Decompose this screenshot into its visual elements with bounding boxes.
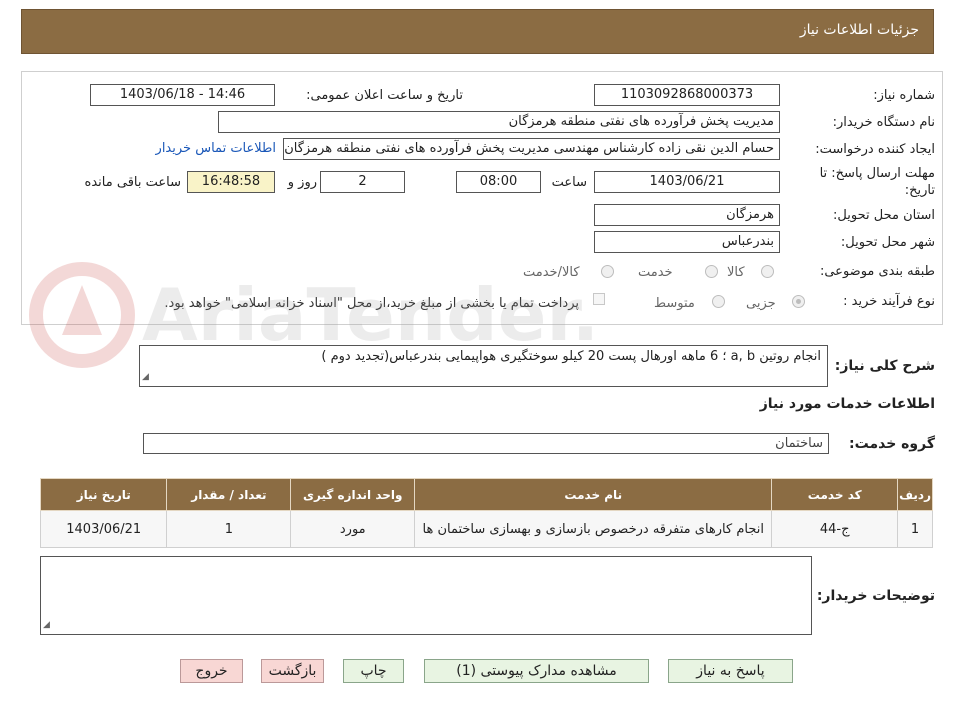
summary-label: شرح کلی نیاز: [834,358,935,374]
back-button[interactable]: بازگشت [261,659,324,683]
cell-date: 1403/06/21 [39,510,168,548]
remaining-time-field: 16:48:58 [187,171,275,193]
category-option-service: خدمت [638,265,673,280]
attachments-button[interactable]: مشاهده مدارک پیوستی (1) [424,659,649,683]
treasury-payment-checkbox[interactable] [593,293,605,305]
summary-text: انجام روتین a, b ؛ 6 ماهه اورهال پست 20 … [321,349,821,364]
col-row: ردیف [897,478,933,511]
col-unit: واحد اندازه گیری [290,478,416,511]
deadline-time-field: 08:00 [456,171,541,193]
city-label: شهر محل تحویل: [840,235,935,250]
category-radio-goods-service[interactable] [601,265,614,278]
services-table: ردیف کد خدمت نام خدمت واحد اندازه گیری ت… [39,478,933,548]
need-number-field: 1103092868000373 [594,84,780,106]
announce-datetime-field: 1403/06/18 - 14:46 [90,84,275,106]
category-option-goods: کالا [727,265,745,280]
table-row: 1 ج-44 انجام کارهای متفرقه درخصوص بازساز… [39,510,933,548]
buyer-org-label: نام دستگاه خریدار: [832,115,935,130]
days-label: روز و [287,175,317,190]
reply-button[interactable]: پاسخ به نیاز [668,659,793,683]
city-field: بندرعباس [594,231,780,253]
treasury-payment-note: پرداخت تمام یا بخشی از مبلغ خرید،از محل … [164,296,579,311]
cell-name: انجام کارهای متفرقه درخصوص بازسازی و بهس… [414,510,773,548]
cell-code: ج-44 [771,510,899,548]
remaining-label: ساعت باقی مانده [84,175,181,190]
page-header: جزئیات اطلاعات نیاز [21,9,934,54]
cell-qty: 1 [166,510,292,548]
process-option-medium: متوسط [654,296,695,311]
province-field: هرمزگان [594,204,780,226]
category-radio-service[interactable] [705,265,718,278]
buyer-notes-label: توضیحات خریدار: [816,588,935,604]
deadline-date-field: 1403/06/21 [594,171,780,193]
remaining-days-field: 2 [320,171,405,193]
resize-grip-icon[interactable]: ◢ [43,617,50,633]
services-section-title: اطلاعات خدمات مورد نیاز [759,396,935,412]
category-option-goods-service: کالا/خدمت [523,265,580,280]
deadline-label: مهلت ارسال پاسخ: تا تاریخ: [819,166,935,198]
cell-row: 1 [897,510,933,548]
process-radio-minor[interactable] [792,295,805,308]
process-radio-medium[interactable] [712,295,725,308]
category-label: طبقه بندی موضوعی: [819,264,935,279]
col-name: نام خدمت [414,478,773,511]
col-date: تاریخ نیاز [39,478,168,511]
buyer-org-field: مدیریت پخش فرآورده های نفتی منطقه هرمزگا… [218,111,780,133]
announce-datetime-label: تاریخ و ساعت اعلان عمومی: [306,88,463,103]
creator-label: ایجاد کننده درخواست: [815,142,935,157]
province-label: استان محل تحویل: [833,208,935,223]
exit-button[interactable]: خروج [180,659,243,683]
process-option-minor: جزیی [746,296,776,311]
col-qty: تعداد / مقدار [166,478,292,511]
page-title: جزئیات اطلاعات نیاز [799,22,919,38]
process-label: نوع فرآیند خرید : [843,294,935,309]
buyer-notes-textarea: ◢ [40,556,812,635]
services-table-header: ردیف کد خدمت نام خدمت واحد اندازه گیری ت… [39,478,933,511]
cell-unit: مورد [290,510,416,548]
print-button[interactable]: چاپ [343,659,404,683]
need-number-label: شماره نیاز: [873,88,935,103]
creator-field: حسام الدین نقی زاده کارشناس مهندسی مدیری… [283,138,780,160]
summary-textarea: انجام روتین a, b ؛ 6 ماهه اورهال پست 20 … [139,345,828,387]
resize-grip-icon[interactable]: ◢ [142,369,149,385]
buyer-contact-link[interactable]: اطلاعات تماس خریدار [156,141,276,156]
service-group-field: ساختمان [143,433,829,454]
service-group-label: گروه خدمت: [849,436,935,452]
category-radio-goods[interactable] [761,265,774,278]
deadline-time-label: ساعت [551,175,587,190]
col-code: کد خدمت [771,478,899,511]
